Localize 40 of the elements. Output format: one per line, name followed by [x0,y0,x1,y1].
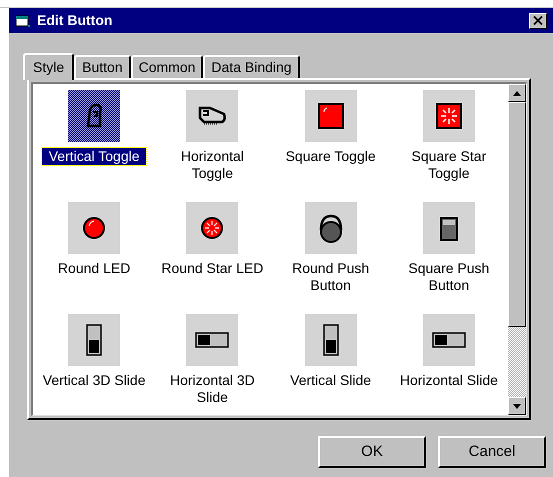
style-tile[interactable] [304,202,357,254]
style-tile[interactable] [304,314,357,366]
dialog-button[interactable]: Cancel [438,436,546,468]
style-label: Square Toggle [284,148,377,165]
tab[interactable]: Common [130,55,204,78]
window-icon [15,14,31,28]
dialog-button[interactable]: OK [318,436,426,468]
style-tile[interactable] [186,90,238,142]
style-tile[interactable] [422,90,475,142]
close-icon [533,16,543,25]
close-button[interactable] [529,12,547,28]
up-arrow-icon [513,90,521,96]
scroll-down-button[interactable] [508,397,526,415]
tab[interactable]: Style [23,53,74,80]
style-tile[interactable] [304,90,357,142]
style-tile[interactable] [186,314,238,366]
style-tile[interactable] [68,90,120,142]
scrollbar[interactable] [508,84,526,415]
scroll-up-button[interactable] [508,84,526,102]
style-tile[interactable] [186,202,238,254]
down-arrow-icon [513,404,521,408]
style-tile[interactable] [68,202,120,254]
style-label: Square Push Button [407,260,490,294]
tab[interactable]: Data Binding [203,55,300,78]
style-label: Round Star LED [160,260,264,277]
tab[interactable]: Button [74,55,131,78]
window-title: Edit Button [37,11,114,30]
style-label: Horizontal Toggle [180,148,245,182]
scroll-thumb[interactable] [508,102,526,327]
style-label: Vertical Toggle [42,148,146,165]
style-label: Horizontal 3D Slide [168,372,256,406]
style-tile[interactable] [422,314,475,366]
style-label: Round Push Button [291,260,370,294]
style-label: Square Star Toggle [410,148,488,182]
style-tile[interactable] [422,202,475,254]
style-label: Horizontal Slide [398,372,499,389]
style-label: Round LED [56,260,132,277]
style-label: Vertical Slide [289,372,372,389]
style-tile[interactable] [68,314,120,366]
style-label: Vertical 3D Slide [42,372,146,389]
